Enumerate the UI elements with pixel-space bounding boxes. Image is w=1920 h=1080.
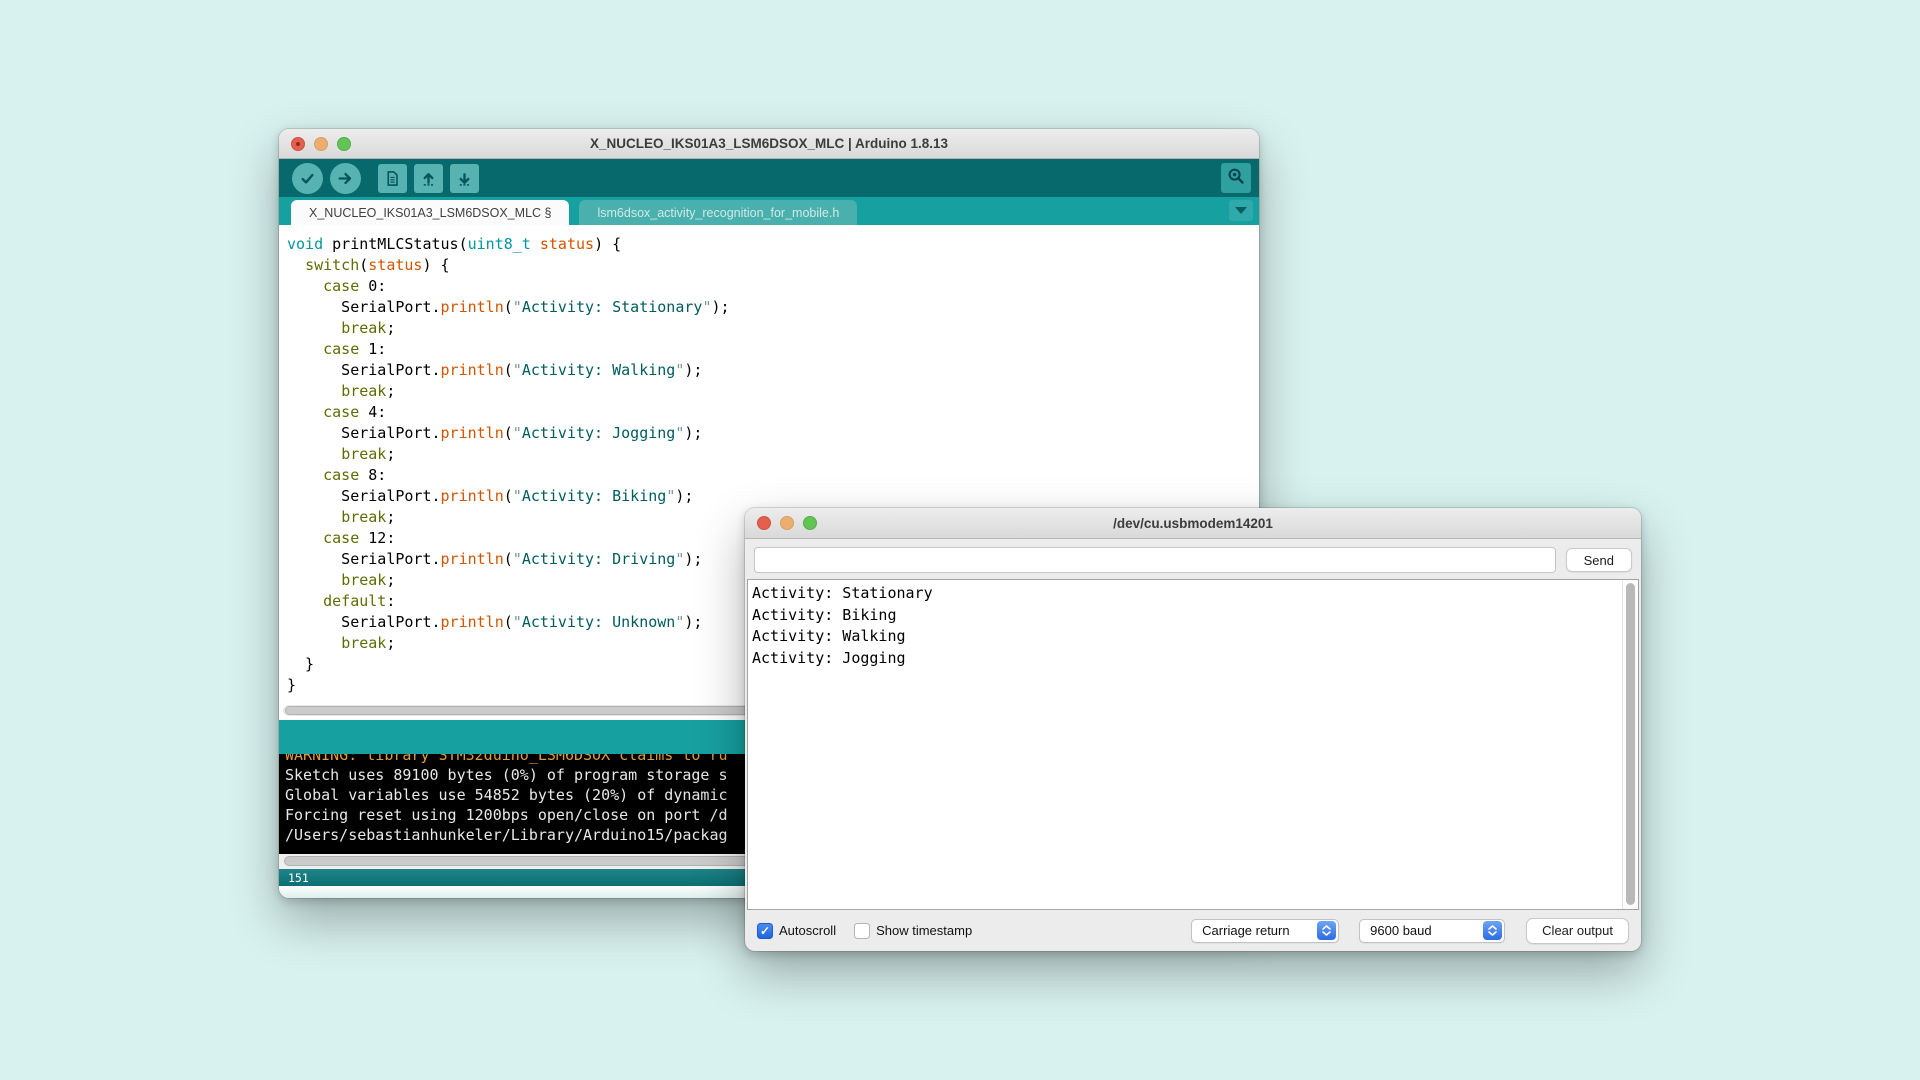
verify-button[interactable]	[292, 163, 323, 194]
serial-close-button[interactable]	[757, 516, 771, 530]
save-icon	[456, 170, 473, 187]
open-button[interactable]	[414, 164, 443, 193]
tab-header-file[interactable]: lsm6dsox_activity_recognition_for_mobile…	[579, 200, 857, 225]
show-timestamp-checkbox[interactable]: Show timestamp	[854, 923, 972, 939]
tab-main-sketch[interactable]: X_NUCLEO_IKS01A3_LSM6DSOX_MLC §	[291, 200, 569, 225]
code-line: SerialPort.println("Activity: Biking");	[287, 486, 1259, 507]
clear-output-button[interactable]: Clear output	[1526, 918, 1629, 944]
code-line: case 0:	[287, 276, 1259, 297]
serial-traffic-lights	[757, 508, 817, 538]
arduino-window-title: X_NUCLEO_IKS01A3_LSM6DSOX_MLC | Arduino …	[590, 136, 948, 151]
new-sketch-icon	[384, 170, 401, 187]
show-timestamp-label: Show timestamp	[876, 923, 972, 938]
code-line: case 4:	[287, 402, 1259, 423]
serial-monitor-window: /dev/cu.usbmodem14201 Send Activity: Sta…	[745, 508, 1641, 951]
baud-rate-value: 9600 baud	[1370, 923, 1473, 938]
serial-monitor-icon	[1226, 166, 1246, 191]
serial-vscroll-thumb[interactable]	[1626, 583, 1635, 905]
code-line: SerialPort.println("Activity: Jogging");	[287, 423, 1259, 444]
serial-output-panel: Activity: StationaryActivity: BikingActi…	[747, 579, 1639, 910]
upload-button[interactable]	[330, 163, 361, 194]
serial-titlebar[interactable]: /dev/cu.usbmodem14201	[745, 508, 1641, 539]
code-line: SerialPort.println("Activity: Walking");	[287, 360, 1259, 381]
checkbox-unchecked-icon	[854, 923, 870, 939]
verify-icon	[299, 170, 316, 187]
line-ending-select[interactable]: Carriage return	[1191, 919, 1339, 943]
code-line: break;	[287, 318, 1259, 339]
minimize-button[interactable]	[314, 137, 328, 151]
tab-menu-button[interactable]	[1229, 200, 1253, 221]
checkbox-checked-icon: ✓	[757, 923, 773, 939]
serial-window-title: /dev/cu.usbmodem14201	[1113, 516, 1273, 531]
upload-icon	[337, 170, 354, 187]
serial-send-input[interactable]	[754, 547, 1556, 573]
serial-output: Activity: StationaryActivity: BikingActi…	[748, 580, 1638, 669]
stepper-icon	[1483, 921, 1502, 940]
zoom-button[interactable]	[337, 137, 351, 151]
send-row: Send	[754, 547, 1632, 573]
arduino-titlebar[interactable]: X_NUCLEO_IKS01A3_LSM6DSOX_MLC | Arduino …	[279, 129, 1259, 159]
serial-output-line: Activity: Jogging	[752, 648, 1620, 670]
cursor-line-number: 151	[288, 871, 309, 885]
serial-monitor-button[interactable]	[1221, 163, 1251, 193]
close-button[interactable]	[291, 137, 305, 151]
traffic-lights	[291, 129, 351, 158]
code-line: break;	[287, 381, 1259, 402]
serial-output-line: Activity: Biking	[752, 605, 1620, 627]
code-line: case 1:	[287, 339, 1259, 360]
serial-controls-bar: ✓ Autoscroll Show timestamp Carriage ret…	[745, 910, 1641, 951]
line-ending-value: Carriage return	[1202, 923, 1307, 938]
tab-strip: X_NUCLEO_IKS01A3_LSM6DSOX_MLC § lsm6dsox…	[279, 197, 1259, 225]
serial-output-line: Activity: Stationary	[752, 583, 1620, 605]
unsaved-dot-icon	[296, 142, 300, 146]
code-line: void printMLCStatus(uint8_t status) {	[287, 234, 1259, 255]
code-line: break;	[287, 444, 1259, 465]
send-button[interactable]: Send	[1566, 548, 1632, 572]
chevron-down-icon	[1235, 207, 1247, 214]
autoscroll-checkbox[interactable]: ✓ Autoscroll	[757, 923, 836, 939]
ide-toolbar	[279, 159, 1259, 197]
new-sketch-button[interactable]	[378, 164, 407, 193]
baud-rate-select[interactable]: 9600 baud	[1359, 919, 1505, 943]
stepper-icon	[1317, 921, 1336, 940]
serial-minimize-button[interactable]	[780, 516, 794, 530]
serial-output-line: Activity: Walking	[752, 626, 1620, 648]
serial-vertical-scrollbar[interactable]	[1622, 580, 1638, 909]
serial-zoom-button[interactable]	[803, 516, 817, 530]
autoscroll-label: Autoscroll	[779, 923, 836, 938]
open-icon	[420, 170, 437, 187]
save-button[interactable]	[450, 164, 479, 193]
code-line: SerialPort.println("Activity: Stationary…	[287, 297, 1259, 318]
code-line: switch(status) {	[287, 255, 1259, 276]
code-line: case 8:	[287, 465, 1259, 486]
